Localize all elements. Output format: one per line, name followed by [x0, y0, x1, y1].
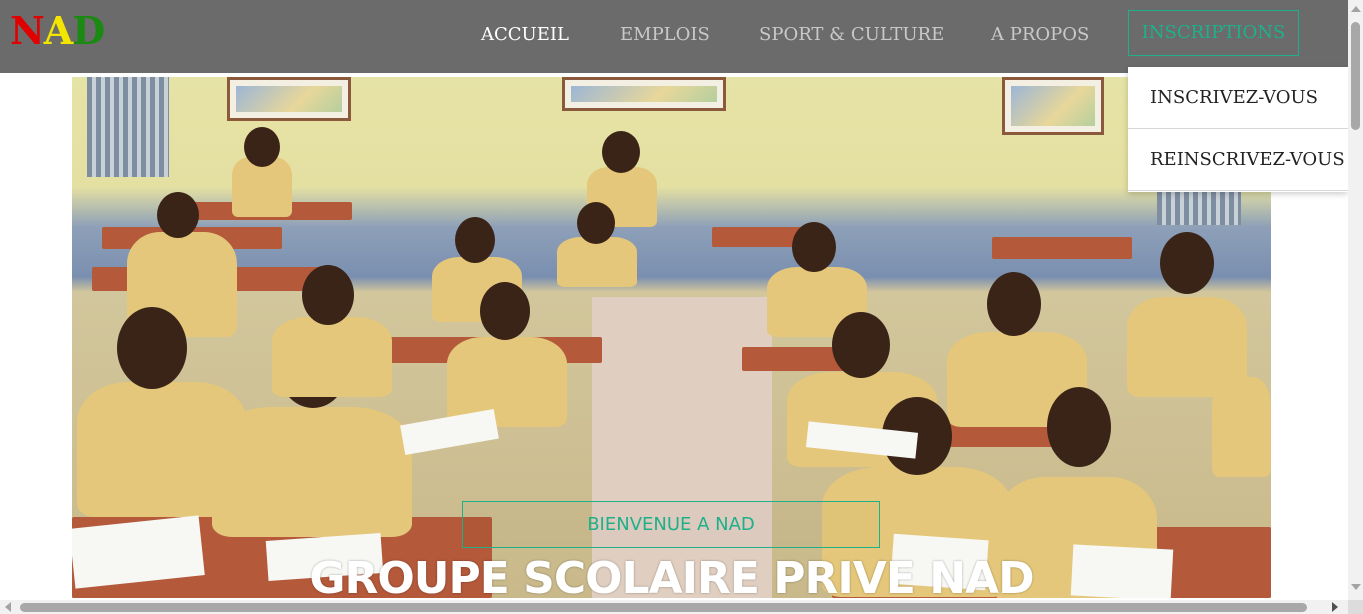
horizontal-scrollbar[interactable] [0, 600, 1348, 614]
student [1212, 317, 1271, 477]
notebook [400, 408, 499, 456]
classroom-window [87, 77, 169, 177]
scroll-up-arrow-icon[interactable] [1351, 6, 1361, 12]
student [262, 257, 402, 397]
logo-letter-d: D [72, 8, 105, 53]
vertical-scroll-thumb[interactable] [1351, 22, 1360, 130]
wall-map-poster-center [562, 77, 726, 111]
wall-anatomy-poster [1002, 77, 1104, 135]
scroll-left-arrow-icon[interactable] [5, 602, 11, 612]
scrollbar-corner [1348, 600, 1363, 614]
nav-a-propos[interactable]: A PROPOS [991, 24, 1089, 45]
wall-map-poster [227, 77, 351, 121]
logo-letter-a: A [43, 8, 74, 53]
inscriptions-dropdown-menu: INSCRIVEZ-VOUS REINSCRIVEZ-VOUS [1128, 67, 1348, 192]
top-navbar: NAD ACCUEIL EMPLOIS SPORT & CULTURE A PR… [0, 0, 1348, 73]
vertical-scrollbar[interactable] [1348, 0, 1363, 600]
student [442, 277, 572, 427]
hero-title: GROUPE SCOLAIRE PRIVE NAD [309, 553, 1034, 604]
nav-sport-culture[interactable]: SPORT & CULTURE [759, 24, 944, 45]
nav-accueil[interactable]: ACCUEIL [481, 24, 569, 45]
scroll-right-arrow-icon[interactable] [1332, 602, 1338, 612]
dropdown-item-reinscrivez-vous[interactable]: REINSCRIVEZ-VOUS [1128, 129, 1348, 191]
site-logo[interactable]: NAD [10, 8, 105, 53]
student [202, 117, 322, 217]
nav-emplois[interactable]: EMPLOIS [620, 24, 710, 45]
logo-letter-n: N [10, 8, 45, 53]
welcome-button[interactable]: BIENVENUE A NAD [462, 501, 880, 548]
desk [992, 237, 1132, 259]
dropdown-item-inscrivez-vous[interactable]: INSCRIVEZ-VOUS [1128, 67, 1348, 129]
scroll-down-arrow-icon[interactable] [1351, 584, 1361, 590]
student [552, 197, 642, 287]
horizontal-scroll-thumb[interactable] [20, 603, 1307, 612]
nav-inscriptions-button[interactable]: INSCRIPTIONS [1128, 10, 1299, 56]
classroom-window-right [1157, 189, 1241, 225]
